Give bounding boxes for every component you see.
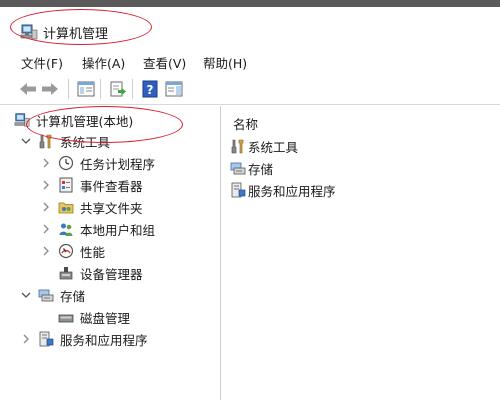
- list-item-label: 存储: [248, 161, 274, 177]
- action-pane-icon: [165, 81, 183, 97]
- tree-item-event-viewer[interactable]: 事件查看器: [40, 175, 143, 195]
- help-icon: ?: [142, 80, 158, 98]
- tree-item-label: 共享文件夹: [80, 200, 143, 216]
- menu-help[interactable]: 帮助(H): [203, 53, 247, 72]
- tree-item-label: 设备管理器: [80, 266, 143, 282]
- chevron-down-icon[interactable]: [20, 289, 32, 301]
- tree-item-label: 事件查看器: [80, 178, 143, 194]
- toolbar-separator: [100, 79, 101, 99]
- chevron-right-icon[interactable]: [40, 245, 52, 257]
- list-item-services-applications[interactable]: 服务和应用程序: [230, 181, 336, 199]
- console-tree-button[interactable]: [76, 79, 96, 99]
- back-button[interactable]: [18, 79, 38, 99]
- tree-item-label: 性能: [80, 244, 106, 260]
- chevron-right-icon[interactable]: [40, 157, 52, 169]
- back-arrow-icon: [20, 83, 36, 95]
- tree-item-label: 服务和应用程序: [60, 332, 148, 348]
- svg-text:?: ?: [147, 83, 154, 97]
- system-tools-icon: [231, 139, 244, 154]
- services-applications-icon: [231, 182, 246, 198]
- tree-item-label: 存储: [60, 288, 86, 304]
- menu-bar: 文件(F) 操作(A) 查看(V) 帮助(H): [0, 46, 500, 73]
- tree-item-storage[interactable]: 存储: [20, 285, 85, 305]
- tree-item-device-manager[interactable]: 设备管理器: [58, 263, 143, 283]
- tree-item-performance[interactable]: 性能: [40, 241, 105, 261]
- menu-action[interactable]: 操作(A): [82, 53, 125, 72]
- shared-folder-icon: [58, 202, 74, 214]
- device-manager-icon: [59, 267, 73, 280]
- forward-arrow-icon: [42, 83, 58, 95]
- performance-gauge-icon: [58, 243, 74, 259]
- chevron-right-icon[interactable]: [40, 201, 52, 213]
- event-viewer-icon: [59, 177, 73, 193]
- chevron-right-icon[interactable]: [40, 223, 52, 235]
- tree-item-label: 本地用户和组: [80, 222, 156, 238]
- annotation-circle-tree-root: [26, 106, 183, 143]
- annotation-circle-title: [10, 9, 152, 45]
- action-pane-button[interactable]: [164, 79, 184, 99]
- forward-button[interactable]: [40, 79, 60, 99]
- services-applications-icon: [39, 331, 54, 347]
- console-tree-icon: [77, 81, 95, 97]
- chevron-down-icon[interactable]: [20, 135, 32, 147]
- tree-item-label: 磁盘管理: [80, 310, 131, 326]
- export-list-icon: [110, 81, 126, 97]
- menu-file[interactable]: 文件(F): [21, 53, 63, 72]
- menu-view[interactable]: 查看(V): [143, 53, 186, 72]
- column-header-name[interactable]: 名称: [233, 114, 258, 133]
- list-item-storage[interactable]: 存储: [230, 159, 273, 177]
- chevron-right-icon[interactable]: [20, 333, 32, 345]
- tree-item-task-scheduler[interactable]: 任务计划程序: [40, 153, 155, 173]
- toolbar-separator: [132, 79, 133, 99]
- tree-item-local-users-groups[interactable]: 本地用户和组: [40, 219, 155, 239]
- toolbar: ?: [0, 73, 500, 105]
- tree-item-disk-management[interactable]: 磁盘管理: [58, 307, 130, 327]
- clock-icon: [58, 155, 74, 171]
- storage-icon: [38, 289, 54, 302]
- storage-icon: [230, 162, 246, 175]
- users-icon: [59, 223, 73, 236]
- window-top-border: [0, 0, 500, 7]
- tree-item-label: 任务计划程序: [80, 156, 156, 172]
- disk-drive-icon: [58, 314, 74, 323]
- tree-item-shared-folders[interactable]: 共享文件夹: [40, 197, 143, 217]
- export-list-button[interactable]: [108, 79, 128, 99]
- list-item-label: 服务和应用程序: [248, 183, 336, 199]
- help-button[interactable]: ?: [140, 79, 160, 99]
- toolbar-separator: [68, 79, 69, 99]
- tree-item-services-applications[interactable]: 服务和应用程序: [20, 329, 148, 349]
- list-item-label: 系统工具: [248, 139, 299, 155]
- chevron-right-icon[interactable]: [40, 179, 52, 191]
- list-item-system-tools[interactable]: 系统工具: [230, 137, 298, 155]
